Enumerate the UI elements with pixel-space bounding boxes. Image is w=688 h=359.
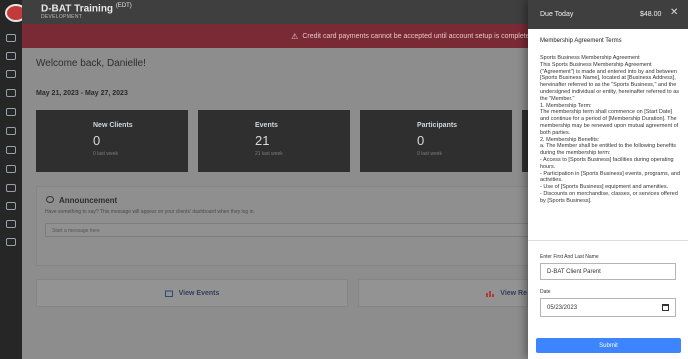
announcement-help: Have something to say? This message will… bbox=[45, 209, 255, 215]
close-icon[interactable]: ✕ bbox=[670, 7, 678, 18]
terms-title: Membership Agreement Terms bbox=[540, 38, 622, 44]
chat-bubble-icon bbox=[46, 196, 54, 203]
stat-card-events[interactable]: Events 21 21 last week bbox=[198, 110, 350, 172]
stat-value: 0 bbox=[93, 133, 101, 148]
name-input[interactable]: D-BAT Client Parent bbox=[540, 263, 676, 280]
classroom-icon[interactable] bbox=[6, 146, 16, 154]
view-events-label: View Events bbox=[178, 289, 220, 297]
terms-scroll-box[interactable]: Sports Business Membership Agreement Thi… bbox=[540, 55, 681, 239]
settings-icon[interactable] bbox=[6, 220, 16, 228]
modal-header: Due Today $48.00 ✕ bbox=[528, 0, 688, 29]
chart-icon[interactable] bbox=[6, 127, 16, 135]
stat-value: 21 bbox=[255, 133, 270, 148]
card-icon[interactable] bbox=[6, 165, 16, 173]
people-icon[interactable] bbox=[6, 89, 16, 97]
date-label: Date bbox=[540, 289, 551, 295]
stat-sub: 0 last week bbox=[417, 151, 443, 157]
calendar-icon[interactable] bbox=[6, 70, 16, 78]
date-value: 05/23/2023 bbox=[547, 304, 578, 311]
announcement-card: Announcement Have something to say? This… bbox=[36, 186, 536, 266]
bar-chart-icon bbox=[486, 290, 495, 297]
modal-title: Due Today bbox=[540, 11, 574, 18]
welcome-heading: Welcome back, Danielle! bbox=[36, 58, 146, 69]
home-icon[interactable] bbox=[6, 34, 16, 42]
org-name-text: D-BAT Training bbox=[41, 3, 114, 15]
stat-card-participants[interactable]: Participants 0 0 last week bbox=[360, 110, 512, 172]
divider bbox=[528, 240, 688, 241]
org-tag: (EDT) bbox=[115, 3, 132, 9]
tag-icon[interactable] bbox=[6, 184, 16, 192]
stat-sub: 0 last week bbox=[93, 151, 119, 157]
view-reports-button[interactable]: View Re bbox=[358, 279, 528, 307]
clipboard-icon[interactable] bbox=[6, 108, 16, 116]
stat-label: Participants bbox=[417, 122, 458, 129]
stat-sub: 21 last week bbox=[255, 151, 283, 157]
sidebar bbox=[0, 0, 27, 359]
announcement-input[interactable]: Start a message here bbox=[45, 223, 529, 237]
org-subtitle: DEVELOPMENT bbox=[41, 14, 83, 20]
calendar-icon bbox=[164, 290, 173, 297]
stat-label: New Clients bbox=[93, 122, 133, 129]
amount-due: $48.00 bbox=[640, 11, 662, 18]
calendar-icon[interactable] bbox=[662, 304, 669, 311]
date-input[interactable]: 05/23/2023 bbox=[540, 298, 676, 317]
stat-card-new-clients[interactable]: New Clients 0 0 last week bbox=[36, 110, 188, 172]
view-reports-label: View Re bbox=[500, 289, 527, 297]
stat-label: Events bbox=[255, 122, 278, 129]
date-range: May 21, 2023 - May 27, 2023 bbox=[36, 90, 128, 97]
tools-icon[interactable] bbox=[6, 238, 16, 246]
bullhorn-icon[interactable] bbox=[6, 202, 16, 210]
stat-value: 0 bbox=[417, 133, 425, 148]
warning-icon: ⚠ bbox=[291, 31, 299, 41]
dashboard-icon[interactable] bbox=[6, 52, 16, 60]
org-name: D-BAT Training (EDT) bbox=[41, 3, 132, 14]
announcement-title: Announcement bbox=[59, 196, 118, 205]
submit-button[interactable]: Submit bbox=[536, 338, 681, 353]
membership-payment-modal: Due Today $48.00 ✕ Membership Agreement … bbox=[528, 0, 688, 359]
view-events-button[interactable]: View Events bbox=[36, 279, 348, 307]
name-label: Enter First And Last Name bbox=[540, 254, 599, 260]
